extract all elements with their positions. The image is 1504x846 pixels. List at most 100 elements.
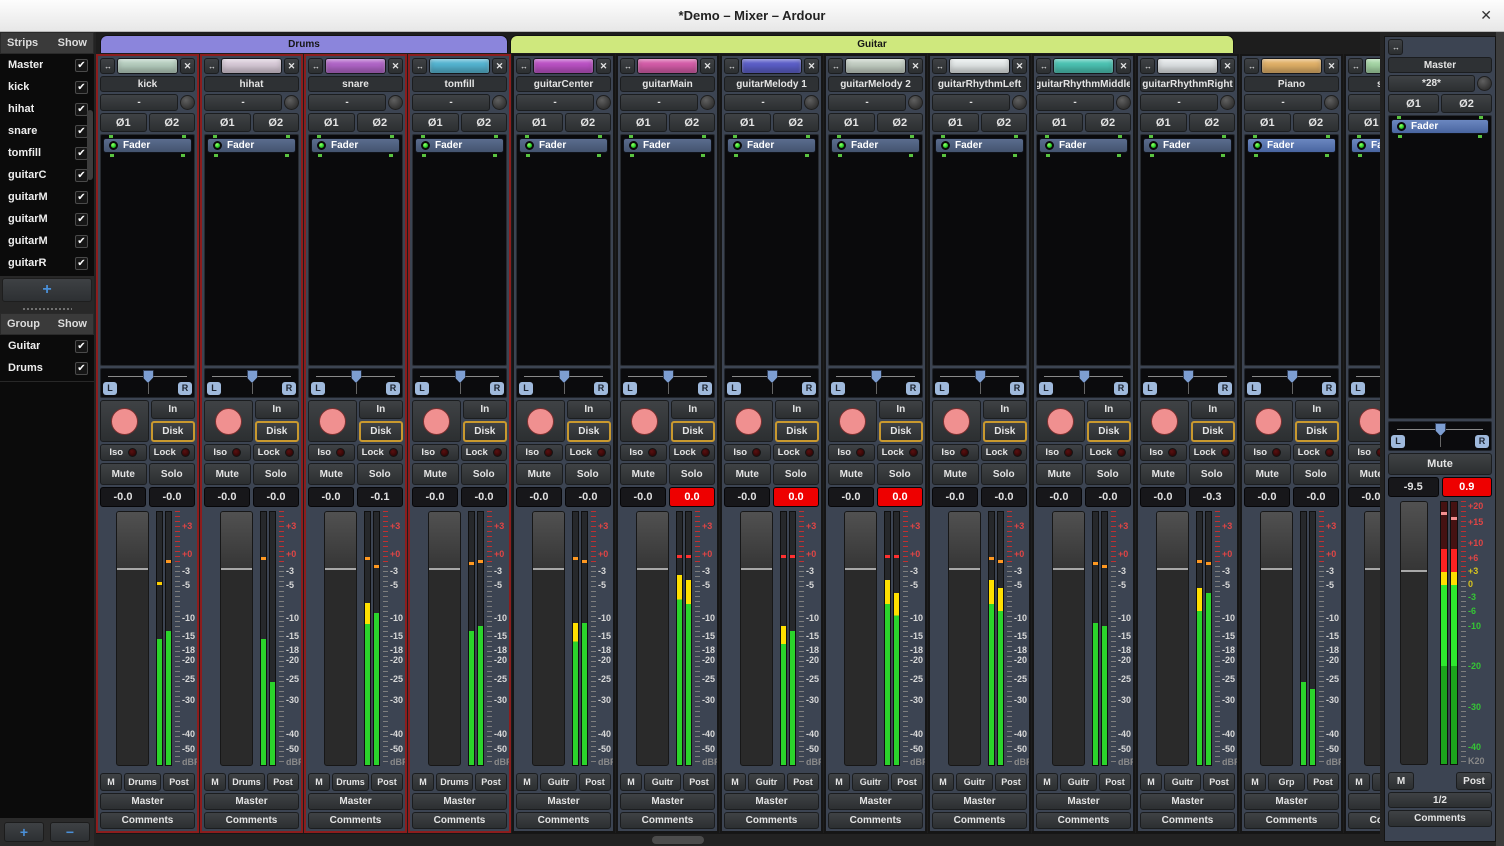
fader-handle[interactable] <box>533 568 564 570</box>
trim-knob[interactable] <box>492 95 507 110</box>
peak-display[interactable]: -0.0 <box>149 487 195 507</box>
output-button[interactable]: Master <box>1348 793 1380 810</box>
pan-widget[interactable]: L R <box>620 368 715 398</box>
solo-button[interactable]: Solo <box>773 463 820 485</box>
processor-led[interactable] <box>1397 122 1406 131</box>
level-meter[interactable] <box>1300 511 1324 766</box>
record-arm-button[interactable] <box>204 400 253 442</box>
fader-slider[interactable] <box>844 511 877 766</box>
level-meter[interactable] <box>1196 511 1220 766</box>
input-button[interactable]: - <box>932 94 1010 111</box>
solo-lock-button[interactable]: Lock <box>253 444 300 461</box>
meter-point-button[interactable]: Post <box>787 773 819 791</box>
mute-button[interactable]: Mute <box>620 463 667 485</box>
group-button[interactable]: Guitr <box>956 773 993 791</box>
solo-lock-button[interactable]: Lock <box>357 444 404 461</box>
monitor-disk-button[interactable]: Disk <box>983 421 1027 442</box>
sidebar-group-item[interactable]: Guitar✔ <box>0 335 94 357</box>
strip-width-icon[interactable]: ↔ <box>620 58 635 74</box>
solo-button[interactable]: Solo <box>669 463 716 485</box>
monitor-disk-button[interactable]: Disk <box>463 421 507 442</box>
monitor-disk-button[interactable]: Disk <box>1191 421 1235 442</box>
output-button[interactable]: Master <box>620 793 715 810</box>
gain-display[interactable]: -0.0 <box>516 487 562 507</box>
sidebar-strip-item[interactable]: guitarM✔ <box>0 208 94 230</box>
input-button[interactable]: - <box>308 94 386 111</box>
pan-pointer[interactable] <box>247 370 258 383</box>
processor-box[interactable]: Fader <box>516 134 611 366</box>
solo-button[interactable]: Solo <box>357 463 404 485</box>
solo-isolate-button[interactable]: Iso <box>100 444 147 461</box>
strip-width-icon[interactable]: ↔ <box>1348 58 1363 74</box>
pan-pointer[interactable] <box>975 370 986 383</box>
window-close-icon[interactable]: ✕ <box>1480 7 1492 24</box>
phase-1-button[interactable]: Ø1 <box>620 113 667 132</box>
fader-handle[interactable] <box>429 568 460 570</box>
hide-strip-icon[interactable]: ✕ <box>388 58 403 74</box>
level-meter[interactable] <box>1092 511 1116 766</box>
phase-2-button[interactable]: Ø2 <box>461 113 508 132</box>
gain-display[interactable]: -0.0 <box>620 487 666 507</box>
solo-isolate-button[interactable]: Iso <box>1036 444 1083 461</box>
fader-handle[interactable] <box>221 568 252 570</box>
pan-widget[interactable]: L R <box>1244 368 1339 398</box>
metering-point-button[interactable]: M <box>620 773 642 791</box>
group-button[interactable]: Drums <box>436 773 473 791</box>
phase-2-button[interactable]: Ø2 <box>877 113 924 132</box>
sidebar-strip-item[interactable]: kick✔ <box>0 76 94 98</box>
group-button[interactable]: Drums <box>124 773 161 791</box>
processor-box[interactable]: Fader <box>724 134 819 366</box>
input-button[interactable]: - <box>620 94 698 111</box>
pan-pointer[interactable] <box>351 370 362 383</box>
output-channels-button[interactable]: 1/2 <box>1388 792 1492 808</box>
processor-led[interactable] <box>1045 141 1054 150</box>
comments-button[interactable]: Comments <box>932 812 1027 829</box>
fader-slider[interactable] <box>1260 511 1293 766</box>
record-arm-button[interactable] <box>1244 400 1293 442</box>
peak-display[interactable]: -0.0 <box>1085 487 1131 507</box>
gain-display[interactable]: -0.0 <box>204 487 250 507</box>
show-checkbox[interactable]: ✔ <box>75 59 88 72</box>
phase-1-button[interactable]: Ø1 <box>516 113 563 132</box>
trim-knob[interactable] <box>1116 95 1131 110</box>
solo-button[interactable]: Solo <box>981 463 1028 485</box>
strip-width-icon[interactable]: ↔ <box>828 58 843 74</box>
sidebar-group-item[interactable]: Drums✔ <box>0 357 94 379</box>
show-checkbox[interactable]: ✔ <box>75 213 88 226</box>
metering-point-button[interactable]: M <box>412 773 434 791</box>
mute-button[interactable]: Mute <box>1140 463 1187 485</box>
group-button[interactable]: Guitr <box>852 773 889 791</box>
record-arm-button[interactable] <box>828 400 877 442</box>
fader-processor[interactable]: Fader <box>415 138 504 153</box>
sidebar-strip-item[interactable]: Master✔ <box>0 54 94 76</box>
monitor-disk-button[interactable]: Disk <box>255 421 299 442</box>
group-header-label[interactable]: Group <box>7 318 40 330</box>
sidebar-splitter-handle[interactable] <box>0 304 94 313</box>
group-button[interactable]: Guitr <box>1164 773 1201 791</box>
track-name-button[interactable]: Master <box>1388 57 1492 73</box>
solo-isolate-button[interactable]: Iso <box>1140 444 1187 461</box>
fader-slider[interactable] <box>1364 511 1380 766</box>
gain-display[interactable]: -0.0 <box>100 487 146 507</box>
input-button[interactable]: - <box>204 94 282 111</box>
show-checkbox[interactable]: ✔ <box>75 257 88 270</box>
monitor-input-button[interactable]: In <box>983 400 1027 419</box>
track-name-button[interactable]: guitarCenter <box>516 76 611 92</box>
track-color-bar[interactable] <box>1261 58 1322 74</box>
trim-knob[interactable] <box>180 95 195 110</box>
hide-strip-icon[interactable]: ✕ <box>492 58 507 74</box>
trim-knob[interactable] <box>596 95 611 110</box>
fader-handle[interactable] <box>845 568 876 570</box>
record-arm-button[interactable] <box>724 400 773 442</box>
record-arm-button[interactable] <box>1036 400 1085 442</box>
hide-strip-icon[interactable]: ✕ <box>1220 58 1235 74</box>
monitor-disk-button[interactable]: Disk <box>879 421 923 442</box>
track-name-button[interactable]: st <box>1348 76 1380 92</box>
record-arm-button[interactable] <box>516 400 565 442</box>
output-button[interactable]: Master <box>1244 793 1339 810</box>
fader-processor[interactable]: Fader <box>831 138 920 153</box>
output-button[interactable]: Master <box>828 793 923 810</box>
metering-point-button[interactable]: M <box>100 773 122 791</box>
hide-strip-icon[interactable]: ✕ <box>1116 58 1131 74</box>
track-name-button[interactable]: guitarRhythmLeft <box>932 76 1027 92</box>
